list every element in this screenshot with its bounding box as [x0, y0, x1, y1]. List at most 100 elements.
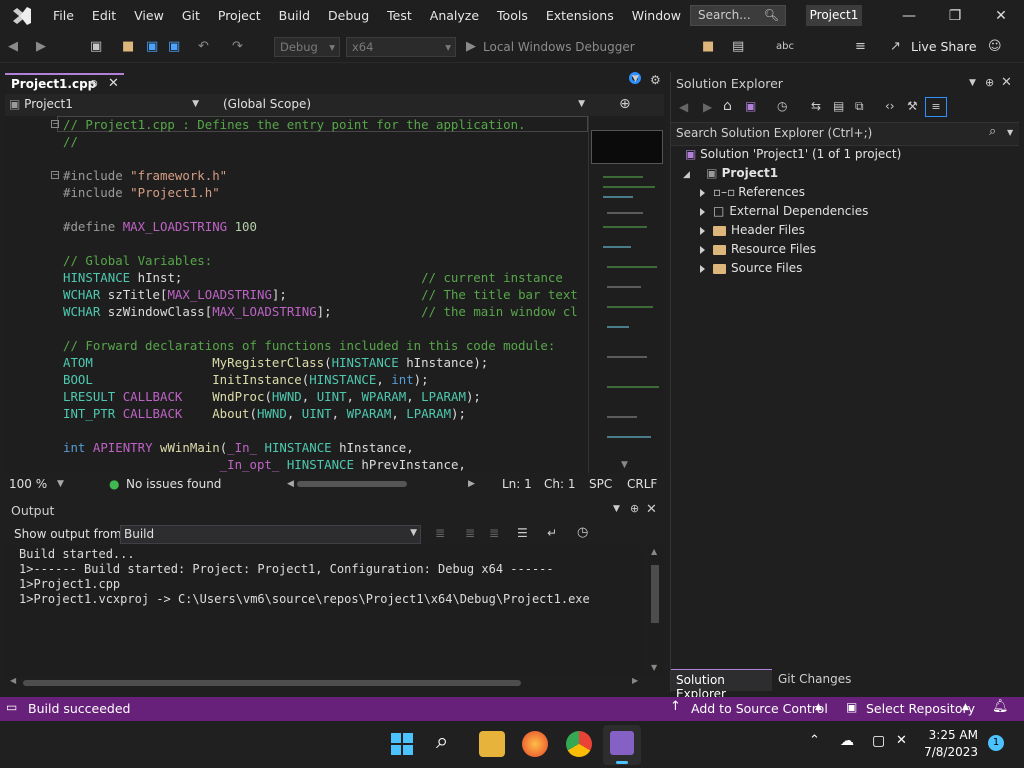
issues-status[interactable]: No issues found: [126, 476, 221, 492]
search-icon[interactable]: ⌕: [436, 729, 448, 754]
project-selector[interactable]: ▣ Project1 ▼: [9, 94, 199, 114]
menu-extensions[interactable]: Extensions: [537, 0, 623, 32]
menu-tools[interactable]: Tools: [488, 0, 537, 32]
properties-icon[interactable]: ⚒: [907, 99, 918, 113]
menu-window[interactable]: Window: [623, 0, 690, 32]
save-icon[interactable]: ▣: [146, 38, 158, 56]
build-status[interactable]: Build succeeded: [28, 701, 130, 716]
collapse-all-icon[interactable]: ▤: [833, 99, 844, 113]
minimize-button[interactable]: —: [886, 0, 932, 32]
tree-item-references[interactable]: ▫–▫ References: [700, 183, 805, 202]
member-selector[interactable]: ▼: [401, 94, 585, 114]
redo-icon[interactable]: ↷: [232, 38, 243, 56]
undo-icon[interactable]: ↶: [198, 38, 209, 56]
windows-start-icon[interactable]: [391, 733, 413, 755]
play-icon[interactable]: ▶: [466, 38, 476, 56]
view-code-icon[interactable]: ‹›: [885, 99, 895, 113]
pin-icon[interactable]: ⊕: [89, 77, 98, 90]
cloud-offline-icon[interactable]: ☁: [840, 733, 854, 749]
prev-message-icon[interactable]: ≣: [465, 526, 475, 540]
search-input[interactable]: Search... 🔍︎: [690, 5, 786, 26]
scroll-left-icon[interactable]: ◀: [10, 676, 16, 685]
menu-project[interactable]: Project: [209, 0, 270, 32]
live-share-button[interactable]: Live Share: [911, 38, 977, 56]
menu-git[interactable]: Git: [173, 0, 209, 32]
horizontal-scrollbar[interactable]: [23, 680, 521, 686]
feedback-icon[interactable]: ☺: [988, 38, 1002, 56]
layout-icon[interactable]: ▤: [732, 38, 744, 56]
menu-analyze[interactable]: Analyze: [421, 0, 488, 32]
new-item-icon[interactable]: ▣: [90, 38, 102, 56]
close-icon[interactable]: ✕: [646, 502, 657, 517]
clock-date[interactable]: 7/8/2023: [920, 745, 978, 759]
switch-views-icon[interactable]: ▣: [745, 99, 756, 113]
tree-project[interactable]: ◢ ▣ Project1: [683, 164, 778, 183]
indent-mode[interactable]: SPC: [589, 476, 612, 492]
open-folder-icon[interactable]: ■: [122, 38, 134, 56]
dropdown-icon[interactable]: ▼: [613, 504, 620, 514]
scroll-down-icon[interactable]: ▼: [621, 460, 628, 470]
volume-muted-icon[interactable]: ✕: [896, 733, 907, 748]
chevron-down-icon[interactable]: ▼: [1007, 128, 1013, 137]
notification-badge[interactable]: 1: [988, 735, 1004, 751]
history-icon[interactable]: ◷: [777, 99, 787, 113]
tree-solution[interactable]: ▣ Solution 'Project1' (1 of 1 project): [685, 145, 901, 164]
menu-view[interactable]: View: [125, 0, 173, 32]
back-icon[interactable]: ◀: [679, 100, 688, 114]
fold-toggle[interactable]: −: [51, 171, 59, 179]
clear-all-icon[interactable]: ☰: [517, 526, 528, 540]
configuration-select[interactable]: Debug ▾: [274, 37, 340, 57]
overflow-icon[interactable]: ≡: [855, 38, 866, 56]
sync-icon[interactable]: ⇆: [811, 99, 821, 113]
scroll-right-icon[interactable]: ▶: [632, 676, 638, 685]
scroll-up-icon[interactable]: ▲: [651, 547, 657, 556]
notifications-bell-icon[interactable]: 🔔︎: [992, 699, 1009, 714]
save-all-icon[interactable]: ▣: [168, 38, 180, 56]
tree-item-header-files[interactable]: Header Files: [700, 221, 805, 240]
output-text-area[interactable]: Build started... 1>------ Build started:…: [5, 545, 645, 677]
visual-studio-taskbar-button[interactable]: [603, 725, 641, 765]
tab-project1-cpp[interactable]: Project1.cpp ⊕ ✕: [5, 73, 124, 94]
close-icon[interactable]: ✕: [1001, 75, 1012, 90]
tab-solution-explorer[interactable]: Solution Explorer: [671, 669, 772, 701]
fold-toggle[interactable]: −: [51, 120, 59, 128]
forward-icon[interactable]: ▶: [703, 100, 712, 114]
pin-icon[interactable]: ⊕: [985, 76, 994, 89]
line-number[interactable]: Ln: 1: [502, 476, 532, 492]
scope-selector[interactable]: (Global Scope): [223, 94, 393, 114]
tree-item-external-dependencies[interactable]: □ External Dependencies: [700, 202, 868, 221]
folder-view-icon[interactable]: ■: [702, 38, 714, 56]
tree-item-source-files[interactable]: Source Files: [700, 259, 802, 278]
solution-explorer-search[interactable]: Search Solution Explorer (Ctrl+;) ⌕ ▼: [671, 122, 1019, 146]
scroll-left-icon[interactable]: ◀: [287, 476, 294, 492]
visual-studio-logo-icon[interactable]: [0, 0, 44, 32]
platform-select[interactable]: x64 ▾: [346, 37, 456, 57]
tab-git-changes[interactable]: Git Changes: [775, 669, 865, 691]
tree-item-resource-files[interactable]: Resource Files: [700, 240, 816, 259]
scroll-down-icon[interactable]: ▼: [651, 663, 657, 672]
project-name-badge[interactable]: Project1: [806, 5, 862, 26]
next-message-icon[interactable]: ≣: [489, 526, 499, 540]
spellcheck-icon[interactable]: abc: [776, 38, 794, 56]
scroll-right-icon[interactable]: ▶: [468, 476, 475, 492]
clock-icon[interactable]: ◷: [577, 525, 588, 540]
zoom-dropdown-icon[interactable]: ▼: [57, 476, 64, 492]
menu-build[interactable]: Build: [270, 0, 319, 32]
pin-icon[interactable]: ⊕: [630, 502, 639, 515]
start-debugger-button[interactable]: Local Windows Debugger: [483, 38, 635, 56]
zoom-level[interactable]: 100 %: [9, 476, 47, 492]
column-number[interactable]: Ch: 1: [544, 476, 575, 492]
chrome-icon[interactable]: [566, 731, 592, 757]
select-repository-button[interactable]: Select Repository: [866, 701, 975, 716]
preview-selected-icon[interactable]: ≡: [925, 97, 947, 117]
close-button[interactable]: ✕: [978, 0, 1024, 32]
output-source-select[interactable]: Build ▼: [120, 525, 421, 544]
gear-icon[interactable]: ⚙: [650, 73, 661, 87]
chevron-up-icon[interactable]: ⌃: [809, 733, 820, 748]
maximize-button[interactable]: ❐: [932, 0, 978, 32]
forward-icon[interactable]: ▶: [36, 38, 46, 56]
clock-time[interactable]: 3:25 AM: [928, 728, 978, 742]
minimap[interactable]: ▼: [588, 116, 665, 473]
close-tab-icon[interactable]: ✕: [108, 76, 119, 91]
menu-file[interactable]: File: [44, 0, 83, 32]
